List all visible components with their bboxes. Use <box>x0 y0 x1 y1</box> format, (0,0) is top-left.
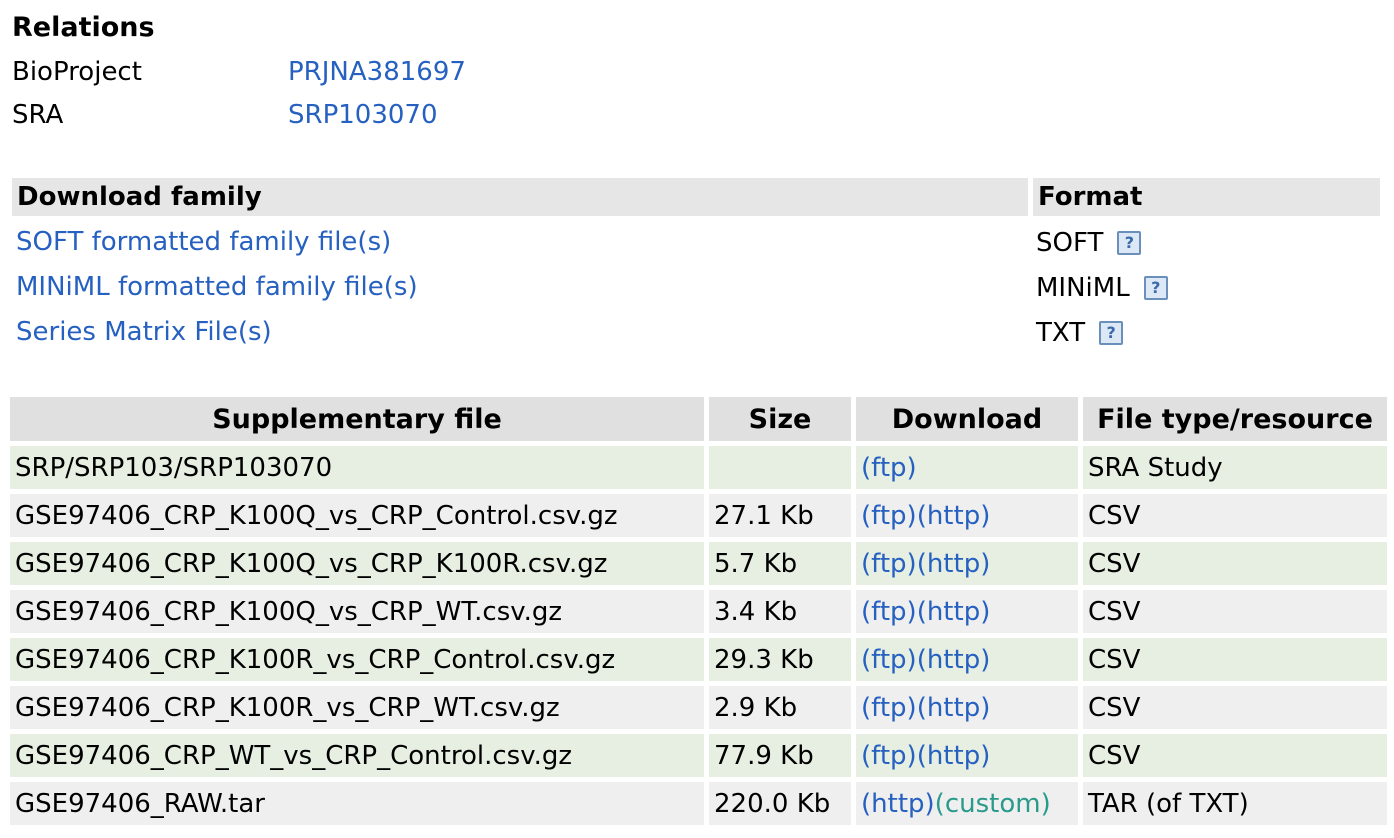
ftp-link[interactable]: (ftp) <box>861 597 917 627</box>
http-link[interactable]: (http) <box>917 645 991 675</box>
file-size <box>709 446 851 489</box>
series-matrix-link[interactable]: Series Matrix File(s) <box>16 317 272 347</box>
table-header-row: Supplementary file Size Download File ty… <box>10 397 1387 441</box>
ftp-link[interactable]: (ftp) <box>861 741 917 771</box>
table-row: GSE97406_CRP_K100Q_vs_CRP_K100R.csv.gz 5… <box>10 542 1387 585</box>
download-cell: (ftp)(http) <box>856 638 1078 681</box>
file-name: SRP/SRP103/SRP103070 <box>10 446 704 489</box>
miniml-format: MINiML ? <box>1036 273 1168 303</box>
help-icon[interactable]: ? <box>1117 231 1142 255</box>
file-size: 77.9 Kb <box>709 734 851 777</box>
file-size: 29.3 Kb <box>709 638 851 681</box>
http-link[interactable]: (http) <box>917 501 991 531</box>
file-name: GSE97406_CRP_K100Q_vs_CRP_K100R.csv.gz <box>10 542 704 585</box>
column-header-file: Supplementary file <box>10 397 704 441</box>
file-size: 220.0 Kb <box>709 782 851 825</box>
file-name: GSE97406_CRP_K100R_vs_CRP_Control.csv.gz <box>10 638 704 681</box>
file-type: SRA Study <box>1083 446 1387 489</box>
download-cell: (http)(custom) <box>856 782 1078 825</box>
ftp-link[interactable]: (ftp) <box>861 453 917 483</box>
file-type: CSV <box>1083 686 1387 729</box>
relation-label-bioproject: BioProject <box>12 57 142 87</box>
file-name: GSE97406_RAW.tar <box>10 782 704 825</box>
format-label: MINiML <box>1036 273 1130 303</box>
relation-label-sra: SRA <box>12 100 64 130</box>
table-row: GSE97406_RAW.tar 220.0 Kb (http)(custom)… <box>10 782 1387 825</box>
file-size: 3.4 Kb <box>709 590 851 633</box>
help-icon[interactable]: ? <box>1143 276 1168 300</box>
help-icon[interactable]: ? <box>1099 321 1124 345</box>
table-row: SRP/SRP103/SRP103070 (ftp) SRA Study <box>10 446 1387 489</box>
download-cell: (ftp)(http) <box>856 734 1078 777</box>
ftp-link[interactable]: (ftp) <box>861 645 917 675</box>
column-header-download: Download <box>856 397 1078 441</box>
download-cell: (ftp)(http) <box>856 590 1078 633</box>
column-header-type: File type/resource <box>1083 397 1387 441</box>
soft-format: SOFT ? <box>1036 228 1142 258</box>
http-link[interactable]: (http) <box>917 741 991 771</box>
file-name: GSE97406_CRP_K100Q_vs_CRP_WT.csv.gz <box>10 590 704 633</box>
download-cell: (ftp)(http) <box>856 542 1078 585</box>
ftp-link[interactable]: (ftp) <box>861 501 917 531</box>
file-type: CSV <box>1083 542 1387 585</box>
http-link[interactable]: (http) <box>917 597 991 627</box>
table-row: GSE97406_CRP_K100Q_vs_CRP_Control.csv.gz… <box>10 494 1387 537</box>
bioproject-link[interactable]: PRJNA381697 <box>288 57 466 87</box>
file-type: CSV <box>1083 638 1387 681</box>
supplementary-files-table: Supplementary file Size Download File ty… <box>5 392 1392 830</box>
table-row: GSE97406_CRP_K100Q_vs_CRP_WT.csv.gz 3.4 … <box>10 590 1387 633</box>
download-family-header: Download family <box>12 178 1028 216</box>
file-name: GSE97406_CRP_K100Q_vs_CRP_Control.csv.gz <box>10 494 704 537</box>
sra-link[interactable]: SRP103070 <box>288 100 438 130</box>
download-cell: (ftp)(http) <box>856 686 1078 729</box>
soft-family-link[interactable]: SOFT formatted family file(s) <box>16 227 391 257</box>
file-size: 2.9 Kb <box>709 686 851 729</box>
http-link[interactable]: (http) <box>917 549 991 579</box>
miniml-family-link[interactable]: MINiML formatted family file(s) <box>16 272 418 302</box>
ftp-link[interactable]: (ftp) <box>861 693 917 723</box>
http-link[interactable]: (http) <box>917 693 991 723</box>
file-size: 27.1 Kb <box>709 494 851 537</box>
download-cell: (ftp) <box>856 446 1078 489</box>
table-row: GSE97406_CRP_WT_vs_CRP_Control.csv.gz 77… <box>10 734 1387 777</box>
column-header-size: Size <box>709 397 851 441</box>
table-row: GSE97406_CRP_K100R_vs_CRP_Control.csv.gz… <box>10 638 1387 681</box>
txt-format: TXT ? <box>1036 318 1124 348</box>
file-name: GSE97406_CRP_K100R_vs_CRP_WT.csv.gz <box>10 686 704 729</box>
table-row: GSE97406_CRP_K100R_vs_CRP_WT.csv.gz 2.9 … <box>10 686 1387 729</box>
ftp-link[interactable]: (ftp) <box>861 549 917 579</box>
file-size: 5.7 Kb <box>709 542 851 585</box>
relations-heading: Relations <box>12 12 155 43</box>
format-label: TXT <box>1036 318 1086 348</box>
format-label: SOFT <box>1036 228 1104 258</box>
file-type: CSV <box>1083 590 1387 633</box>
custom-link[interactable]: (custom) <box>935 789 1051 819</box>
download-cell: (ftp)(http) <box>856 494 1078 537</box>
file-type: CSV <box>1083 734 1387 777</box>
http-link[interactable]: (http) <box>861 789 935 819</box>
file-type: TAR (of TXT) <box>1083 782 1387 825</box>
file-type: CSV <box>1083 494 1387 537</box>
format-header: Format <box>1033 178 1380 216</box>
file-name: GSE97406_CRP_WT_vs_CRP_Control.csv.gz <box>10 734 704 777</box>
